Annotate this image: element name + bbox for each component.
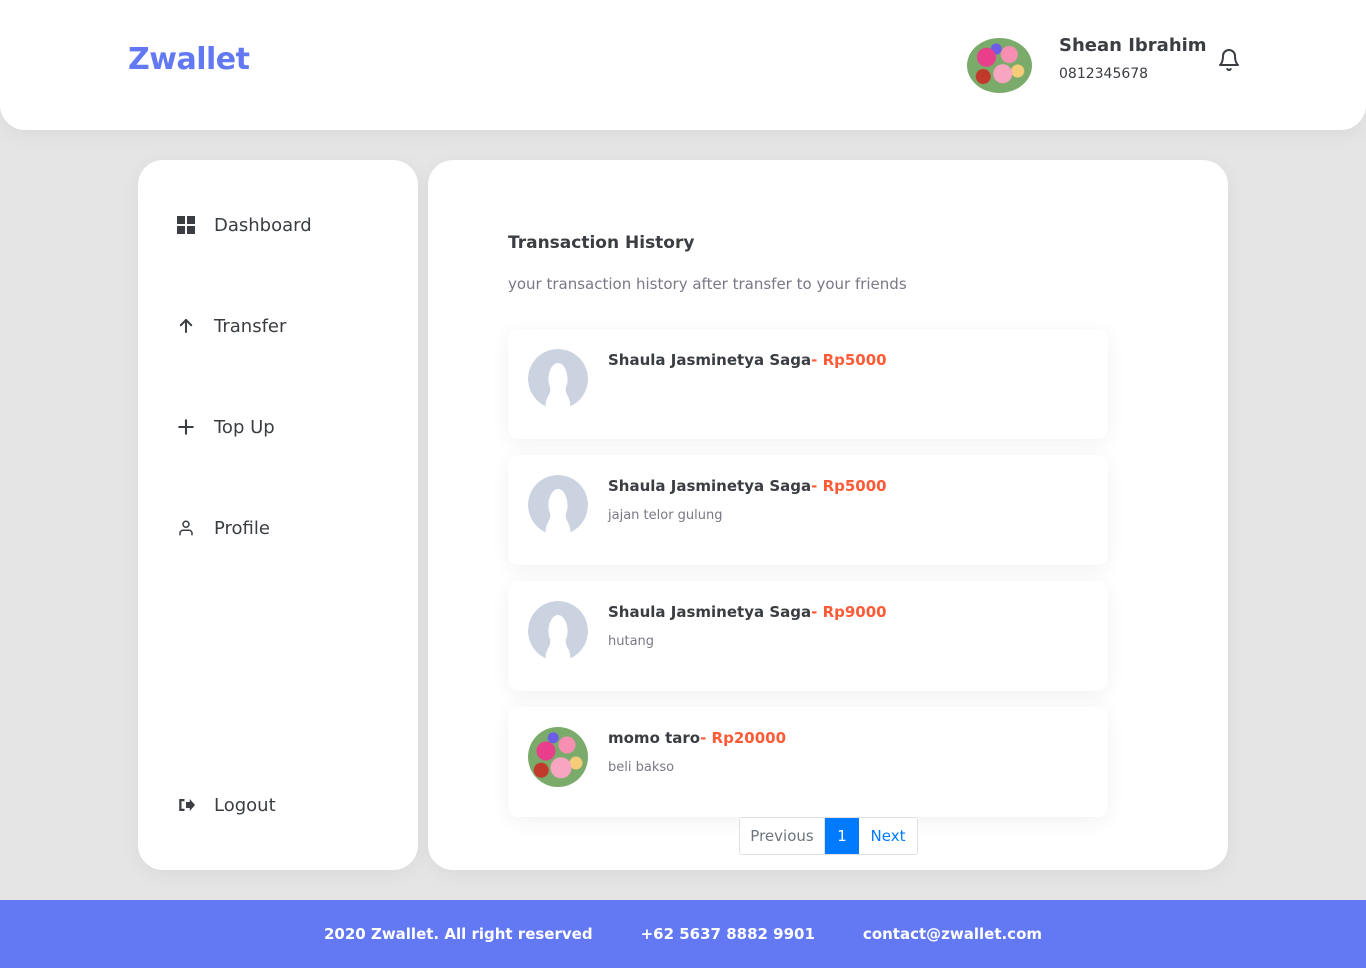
sidebar-item-label: Top Up [214, 416, 275, 438]
transaction-amount: Rp5000 [822, 351, 887, 369]
transaction-name: Shaula Jasminetya Saga [608, 477, 812, 495]
sidebar: Dashboard Transfer Top Up Profile Logout [138, 160, 418, 870]
user-phone: 0812345678 [1059, 66, 1149, 82]
page-title: Transaction History [508, 233, 695, 253]
avatar-placeholder [528, 349, 588, 409]
logout-icon [176, 795, 196, 815]
transaction-title: Shaula Jasminetya Saga- Rp5000 [608, 351, 887, 369]
transaction-title: momo taro- Rp20000 [608, 729, 787, 747]
footer-copyright: 2020 Zwallet. All right reserved [323, 925, 593, 943]
transaction-note: hutang [608, 634, 655, 649]
user-icon [176, 518, 196, 538]
transaction-title: Shaula Jasminetya Saga- Rp9000 [608, 603, 887, 621]
arrow-up-icon [176, 316, 196, 336]
user-name: Shean Ibrahim [1059, 35, 1207, 56]
transaction-amount: Rp5000 [822, 477, 887, 495]
next-page-button[interactable]: Next [859, 818, 917, 854]
avatar-photo [528, 727, 588, 787]
grid-icon [176, 215, 196, 235]
transaction-name: Shaula Jasminetya Saga [608, 603, 812, 621]
sidebar-item-label: Profile [214, 517, 270, 539]
sidebar-item-logout[interactable]: Logout [176, 790, 276, 820]
footer-phone: +62 5637 8882 9901 [640, 925, 815, 943]
transaction-amount: Rp9000 [822, 603, 887, 621]
pagination: Previous 1 Next [739, 817, 918, 855]
sidebar-item-top-up[interactable]: Top Up [176, 412, 275, 442]
bell-icon[interactable] [1217, 48, 1241, 72]
previous-page-button[interactable]: Previous [740, 818, 825, 854]
transaction-amount: Rp20000 [711, 729, 787, 747]
page-1-button[interactable]: 1 [825, 818, 859, 854]
transaction-name: Shaula Jasminetya Saga [608, 351, 812, 369]
user-avatar[interactable] [967, 38, 1032, 93]
avatar-placeholder [528, 601, 588, 661]
transaction-card[interactable]: Shaula Jasminetya Saga- Rp5000 jajan tel… [508, 455, 1108, 565]
sidebar-item-profile[interactable]: Profile [176, 513, 270, 543]
transaction-history-panel: Transaction History your transaction his… [428, 160, 1228, 870]
footer-email[interactable]: contact@zwallet.com [863, 925, 1042, 943]
sidebar-item-label: Dashboard [214, 214, 312, 236]
transaction-title: Shaula Jasminetya Saga- Rp5000 [608, 477, 887, 495]
transaction-note: beli bakso [608, 760, 675, 775]
page-subtitle: your transaction history after transfer … [508, 275, 907, 293]
footer: 2020 Zwallet. All right reserved +62 563… [0, 900, 1366, 968]
avatar-placeholder [528, 475, 588, 535]
sidebar-item-dashboard[interactable]: Dashboard [176, 210, 312, 240]
sidebar-item-transfer[interactable]: Transfer [176, 311, 286, 341]
transaction-note: jajan telor gulung [608, 508, 723, 523]
transaction-card[interactable]: Shaula Jasminetya Saga- Rp9000 hutang [508, 581, 1108, 691]
plus-icon [176, 417, 196, 437]
top-header: Zwallet Shean Ibrahim 0812345678 [0, 0, 1366, 130]
brand-logo[interactable]: Zwallet [128, 42, 250, 77]
sidebar-item-label: Logout [214, 794, 276, 816]
sidebar-item-label: Transfer [214, 315, 287, 337]
transaction-name: momo taro [608, 729, 701, 747]
transaction-card[interactable]: Shaula Jasminetya Saga- Rp5000 [508, 329, 1108, 439]
transaction-card[interactable]: momo taro- Rp20000 beli bakso [508, 707, 1108, 817]
